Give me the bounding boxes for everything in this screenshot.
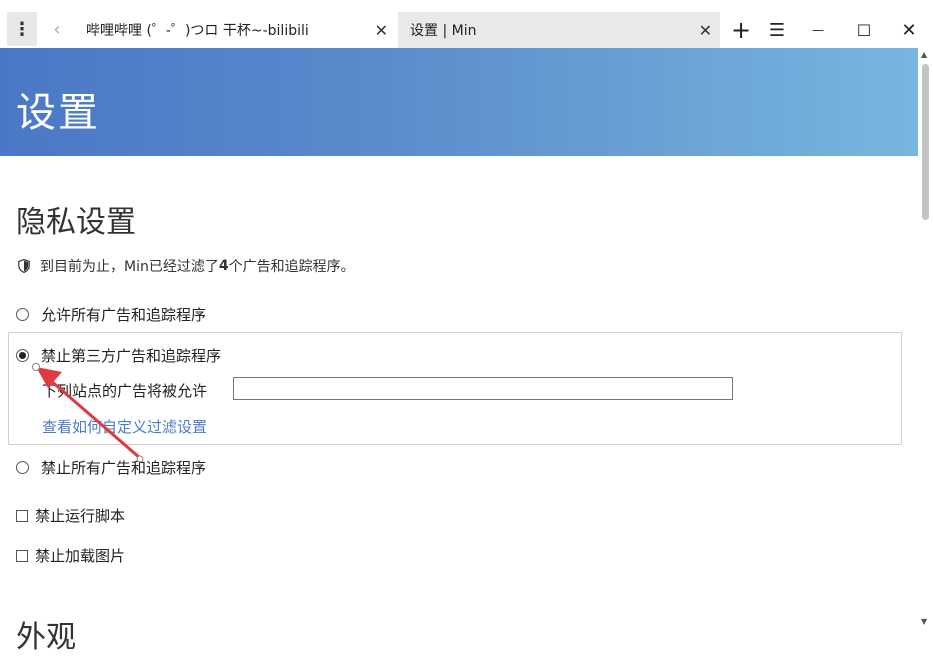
radio-block-third-party[interactable]: [16, 349, 29, 362]
option-label: 允许所有广告和追踪程序: [41, 306, 207, 324]
page-title: 设置: [16, 90, 100, 136]
tab-close-icon[interactable]: ✕: [375, 21, 388, 40]
option-label: 禁止运行脚本: [35, 507, 126, 525]
maximize-icon[interactable]: ☐: [852, 18, 876, 42]
info-prefix: 到目前为止，Min已经过滤了: [40, 259, 219, 275]
custom-filter-link[interactable]: 查看如何自定义过滤设置: [42, 416, 207, 437]
option-block-all[interactable]: 禁止所有广告和追踪程序: [16, 457, 206, 478]
window-close-icon[interactable]: ✕: [897, 18, 921, 42]
back-icon[interactable]: ‹: [48, 14, 66, 44]
info-count: 4: [218, 258, 229, 274]
scroll-thumb[interactable]: [922, 64, 929, 220]
option-label: 禁止加载图片: [35, 547, 126, 565]
radio-allow-all[interactable]: [16, 308, 29, 321]
scroll-up-icon[interactable]: ▲: [921, 50, 927, 59]
scroll-down-icon[interactable]: ▼: [921, 617, 927, 626]
option-label: 禁止第三方广告和追踪程序: [41, 347, 222, 365]
new-tab-icon[interactable]: +: [729, 16, 753, 44]
tab-bilibili[interactable]: 哔哩哔哩 (゜-゜)つロ 干杯~-bilibili ✕: [78, 12, 396, 48]
info-suffix: 个广告和追踪程序。: [228, 259, 355, 275]
allowed-sites-label: 下列站点的广告将被允许: [42, 382, 208, 400]
option-block-images[interactable]: 禁止加载图片: [16, 545, 125, 566]
radio-block-all[interactable]: [16, 461, 29, 474]
scrollbar[interactable]: ▲ ▼: [918, 48, 933, 630]
option-block-third-party[interactable]: 禁止第三方广告和追踪程序: [16, 345, 221, 366]
tab-bar: ⋮ ‹ 哔哩哔哩 (゜-゜)つロ 干杯~-bilibili ✕ 设置 | Min…: [0, 0, 933, 48]
checkbox-block-scripts[interactable]: [16, 509, 28, 522]
tab-title: 设置 | Min: [410, 23, 477, 39]
option-label: 禁止所有广告和追踪程序: [41, 459, 207, 477]
allowed-sites-input[interactable]: [233, 377, 733, 400]
shield-icon: [18, 259, 30, 273]
tab-settings[interactable]: 设置 | Min ✕: [398, 12, 720, 48]
tab-title: 哔哩哔哩 (゜-゜)つロ 干杯~-bilibili: [86, 23, 309, 39]
list-icon[interactable]: ☰: [765, 18, 789, 42]
privacy-section-title: 隐私设置: [16, 205, 136, 240]
appearance-section-title: 外观: [16, 620, 76, 655]
option-allow-all[interactable]: 允许所有广告和追踪程序: [16, 304, 206, 325]
menu-icon[interactable]: ⋮: [7, 12, 37, 46]
tab-close-icon[interactable]: ✕: [699, 21, 712, 40]
minimize-icon[interactable]: —: [806, 18, 830, 42]
option-block-scripts[interactable]: 禁止运行脚本: [16, 505, 125, 526]
settings-header: 设置: [0, 48, 918, 156]
checkbox-block-images[interactable]: [16, 549, 28, 562]
blocked-count-info: 到目前为止，Min已经过滤了 4 个广告和追踪程序。: [18, 256, 355, 276]
